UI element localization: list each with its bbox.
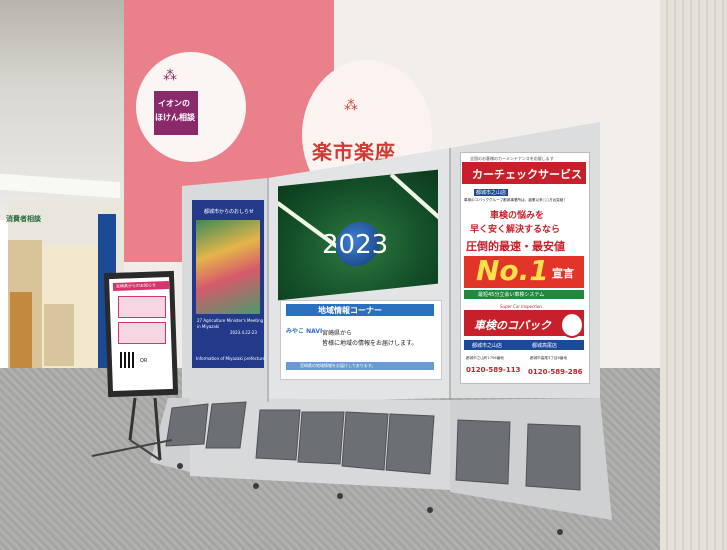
kiosk-photo: ⁂ イオンの ほけん相談 ⁂ 楽市楽座 消費者相談 都城市からのおしらせ 27 … xyxy=(0,0,727,550)
easel-poster-panel-1 xyxy=(118,296,166,318)
easel-qr-label: QR xyxy=(140,358,148,364)
easel-qr-code xyxy=(120,352,136,368)
easel-poster-panel-2 xyxy=(118,322,166,344)
